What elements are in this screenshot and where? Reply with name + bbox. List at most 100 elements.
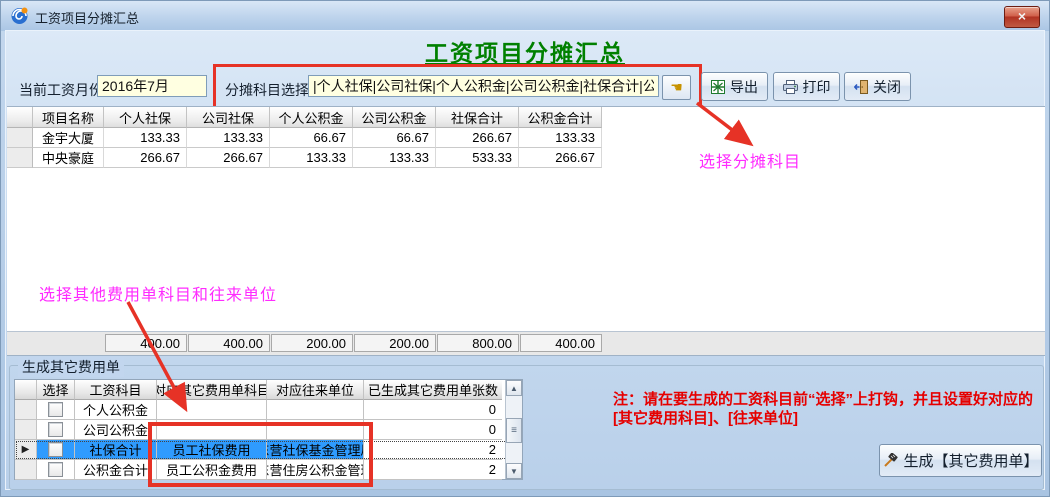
generate-expense-button[interactable]: 生成【其它费用单】	[879, 444, 1042, 477]
select-checkbox-cell[interactable]	[37, 420, 75, 440]
cell-count[interactable]: 0	[364, 420, 502, 440]
summary-row[interactable]: 中央豪庭 266.67 266.67 133.33 133.33 533.33 …	[7, 148, 602, 168]
expense-header-cell: 工资科目	[75, 380, 157, 400]
export-label: 导出	[730, 77, 758, 97]
scroll-down-button[interactable]: ▼	[506, 463, 522, 479]
cell[interactable]: 533.33	[436, 148, 519, 168]
summary-header-cell: 项目名称	[33, 107, 104, 128]
total-cell: 200.00	[271, 334, 353, 352]
expense-row-selected[interactable]: ▶ 社保合计 员工社保费用 东营社保基金管理局 2	[15, 440, 522, 460]
subject-picker-button[interactable]: ☚	[662, 75, 691, 100]
cell-project-name[interactable]: 金宇大厦	[33, 128, 104, 148]
summary-totals-row: 400.00 400.00 200.00 200.00 800.00 400.0…	[7, 331, 1045, 356]
cell-project-name[interactable]: 中央豪庭	[33, 148, 104, 168]
cell[interactable]: 133.33	[353, 148, 436, 168]
checkbox-unchecked[interactable]	[48, 442, 63, 457]
total-cell: 400.00	[105, 334, 187, 352]
cell-expense-subject[interactable]: 员工社保费用	[157, 440, 267, 460]
expense-grid: 选择 工资科目 对应其它费用单科目 对应往来单位 已生成其它费用单张数 个人公积…	[14, 379, 523, 480]
total-cell: 800.00	[437, 334, 519, 352]
cell-unit[interactable]	[267, 400, 364, 420]
annotation-expense-hint: 选择其他费用单科目和往来单位	[39, 281, 277, 305]
pointing-hand-icon: ☚	[670, 79, 683, 96]
cell[interactable]: 266.67	[436, 128, 519, 148]
cell[interactable]: 66.67	[353, 128, 436, 148]
export-button[interactable]: 导出	[701, 72, 768, 101]
expense-row[interactable]: 公积金合计 员工公积金费用 东营住房公积金管理 2	[15, 460, 522, 480]
cell-salary-subject[interactable]: 社保合计	[75, 440, 157, 460]
printer-icon	[783, 80, 798, 94]
cell-salary-subject[interactable]: 公积金合计	[75, 460, 157, 480]
cell-unit[interactable]: 东营住房公积金管理	[267, 460, 364, 480]
cell-count[interactable]: 2	[364, 440, 502, 460]
cell-expense-subject[interactable]	[157, 400, 267, 420]
page-title: 工资项目分摊汇总	[1, 34, 1049, 68]
month-input[interactable]	[97, 75, 207, 97]
print-button[interactable]: 打印	[773, 72, 840, 101]
row-indicator	[7, 128, 33, 148]
subject-input[interactable]	[308, 75, 659, 97]
cell[interactable]: 266.67	[104, 148, 187, 168]
close-button[interactable]: 关闭	[844, 72, 911, 101]
cell[interactable]: 266.67	[519, 148, 602, 168]
cell[interactable]: 266.67	[187, 148, 270, 168]
expense-header-indicator	[15, 380, 37, 400]
expense-header-cell: 对应往来单位	[267, 380, 364, 400]
expense-header-cell: 对应其它费用单科目	[157, 380, 267, 400]
window-title: 工资项目分摊汇总	[35, 8, 139, 27]
cell[interactable]: 133.33	[104, 128, 187, 148]
summary-header-cell: 个人社保	[104, 107, 187, 128]
summary-header-cell: 社保合计	[436, 107, 519, 128]
subject-label: 分摊科目选择	[225, 80, 309, 100]
summary-header-cell: 公积金合计	[519, 107, 602, 128]
cell-unit[interactable]	[267, 420, 364, 440]
cell-expense-subject[interactable]	[157, 420, 267, 440]
row-arrow-icon: ▶	[22, 444, 30, 455]
expense-row[interactable]: 个人公积金 0	[15, 400, 522, 420]
row-indicator	[7, 148, 33, 168]
cell-unit[interactable]: 东营社保基金管理局	[267, 440, 364, 460]
expense-group-title: 生成其它费用单	[18, 357, 124, 377]
checkbox-unchecked[interactable]	[48, 402, 63, 417]
cell[interactable]: 66.67	[270, 128, 353, 148]
expense-row[interactable]: 公司公积金 0	[15, 420, 522, 440]
total-cell: 400.00	[520, 334, 602, 352]
cell-count[interactable]: 2	[364, 460, 502, 480]
title-bar: 工资项目分摊汇总 ×	[1, 1, 1049, 31]
select-checkbox-cell[interactable]	[37, 400, 75, 420]
note-text: 注：请在要生成的工资科目前“选择”上打钩，并且设置好对应的[其它费用科目]、[往…	[613, 390, 1047, 428]
summary-row[interactable]: 金宇大厦 133.33 133.33 66.67 66.67 266.67 13…	[7, 128, 602, 148]
row-indicator	[15, 400, 37, 420]
cell-salary-subject[interactable]: 公司公积金	[75, 420, 157, 440]
close-label: 关闭	[873, 77, 901, 97]
month-label: 当前工资月份	[19, 80, 103, 100]
row-indicator	[15, 420, 37, 440]
scroll-up-button[interactable]: ▲	[506, 380, 522, 396]
cell[interactable]: 133.33	[270, 148, 353, 168]
total-cell: 400.00	[188, 334, 270, 352]
annotation-subject-hint: 选择分摊科目	[699, 148, 801, 172]
scroll-thumb[interactable]: ≡	[506, 418, 522, 443]
checkbox-unchecked[interactable]	[48, 422, 63, 437]
select-checkbox-cell[interactable]	[37, 460, 75, 480]
app-icon	[10, 6, 29, 25]
expense-header-cell: 已生成其它费用单张数	[364, 380, 502, 400]
exit-door-icon	[854, 80, 868, 94]
vertical-scrollbar[interactable]: ▲ ≡ ▼	[505, 380, 522, 479]
row-indicator	[15, 460, 37, 480]
summary-header-indicator	[7, 107, 33, 128]
summary-header-cell: 公司社保	[187, 107, 270, 128]
print-label: 打印	[803, 77, 831, 97]
cell-salary-subject[interactable]: 个人公积金	[75, 400, 157, 420]
summary-grid: 项目名称 个人社保 公司社保 个人公积金 公司公积金 社保合计 公积金合计 金宇…	[7, 106, 1045, 354]
excel-icon	[711, 80, 725, 94]
cell-count[interactable]: 0	[364, 400, 502, 420]
checkbox-unchecked[interactable]	[48, 462, 63, 477]
cell[interactable]: 133.33	[519, 128, 602, 148]
generate-label: 生成【其它费用单】	[903, 450, 1038, 471]
cell[interactable]: 133.33	[187, 128, 270, 148]
cell-expense-subject[interactable]: 员工公积金费用	[157, 460, 267, 480]
select-checkbox-cell[interactable]	[37, 440, 75, 460]
hammer-icon	[882, 453, 898, 469]
window-close-button[interactable]: ×	[1004, 6, 1040, 28]
